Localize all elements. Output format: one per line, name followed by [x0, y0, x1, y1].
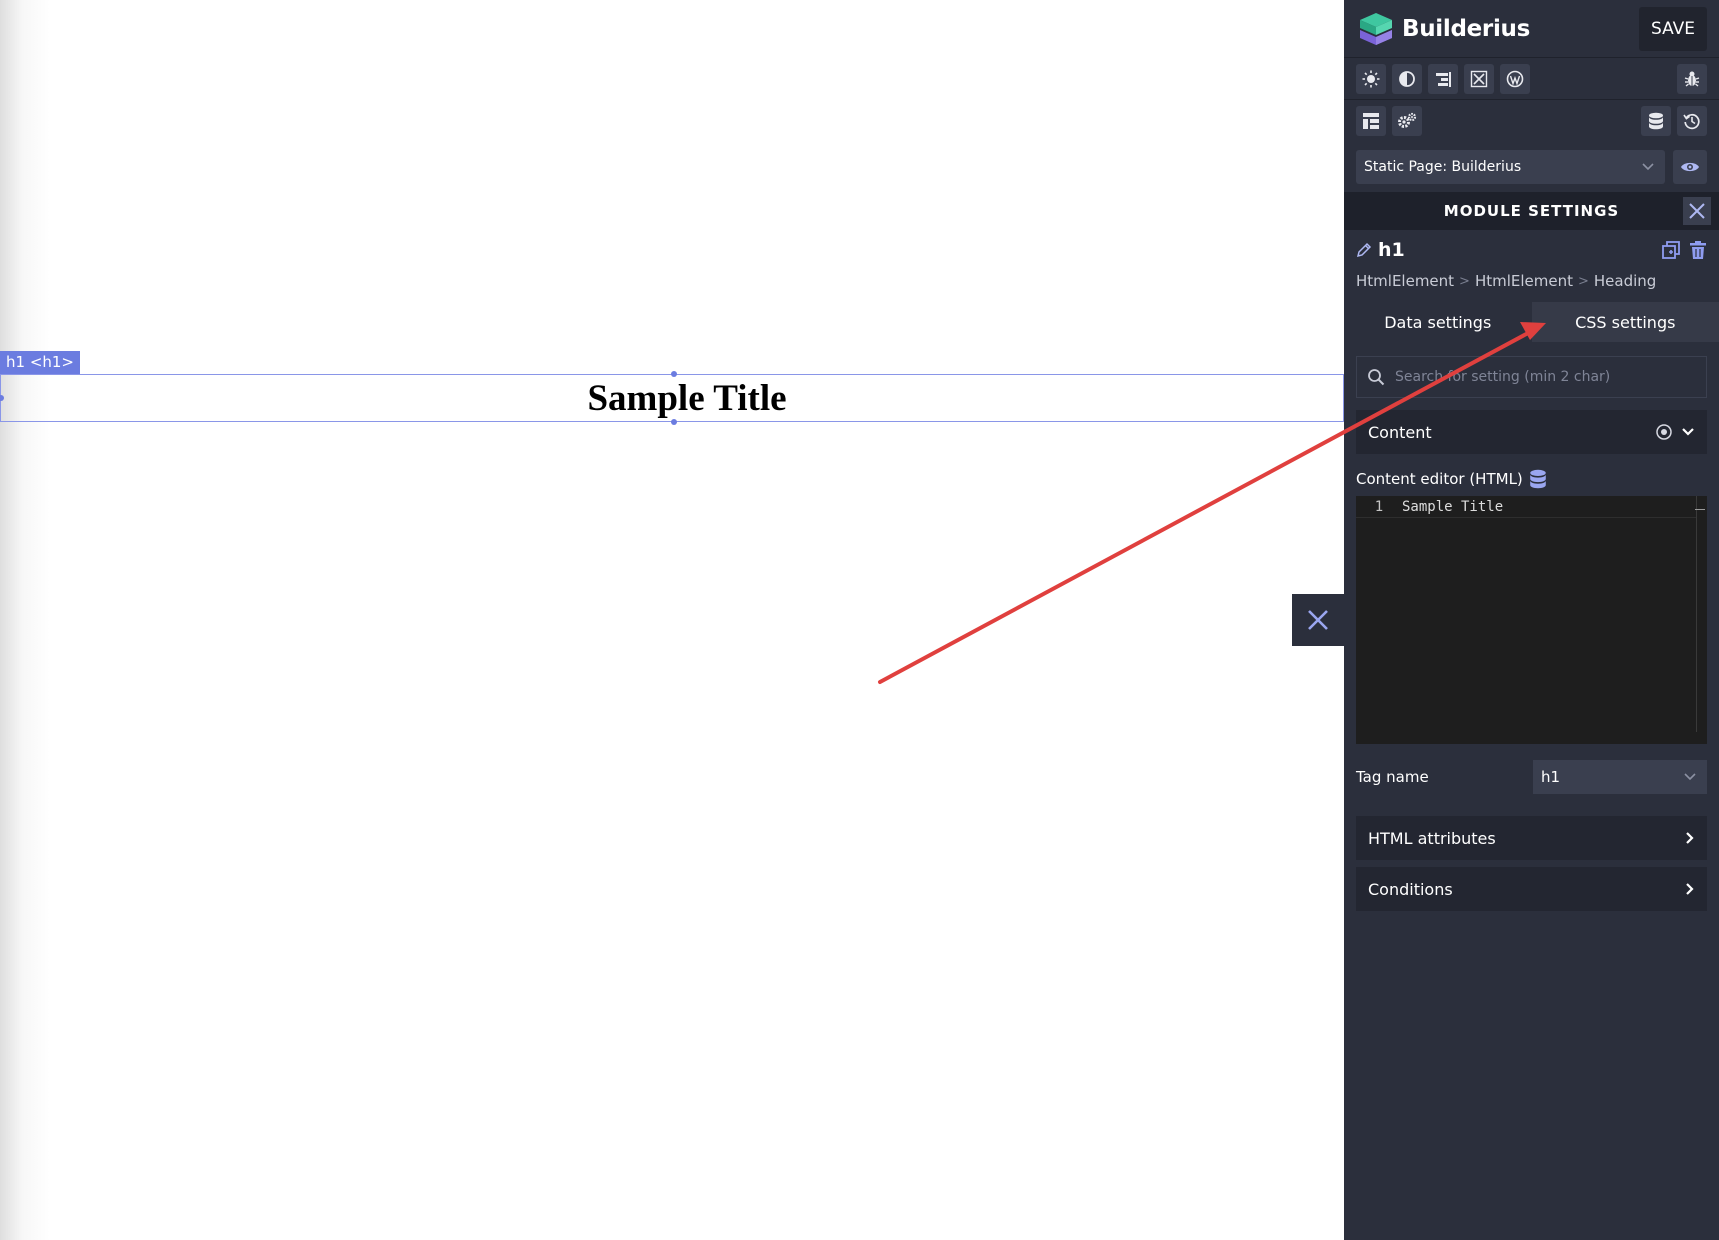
- history-icon: [1683, 113, 1700, 130]
- builder-screen: h1 <h1> Sample Title Builderius SAVE Sta…: [0, 0, 1719, 1240]
- global-settings-button[interactable]: [1392, 106, 1422, 136]
- editor-line[interactable]: 1 Sample Title: [1356, 496, 1697, 518]
- fullscreen-button[interactable]: [1464, 63, 1494, 94]
- resize-handle-bottom[interactable]: [671, 419, 677, 425]
- preview-button[interactable]: [1673, 150, 1707, 184]
- breadcrumb-current: Heading: [1593, 272, 1657, 290]
- module-settings-header: MODULE SETTINGS: [1344, 192, 1719, 230]
- panel-topbar: Builderius SAVE: [1344, 0, 1719, 58]
- brand-name: Builderius: [1402, 15, 1531, 42]
- breadcrumb-separator: >: [1459, 273, 1470, 289]
- content-section-toggle[interactable]: Content: [1356, 410, 1707, 454]
- eye-icon: [1681, 162, 1699, 172]
- breadcrumb: HtmlElement > HtmlElement > Heading: [1344, 270, 1719, 292]
- editor-scrollbar[interactable]: [1696, 496, 1697, 732]
- align-right-icon: [1436, 71, 1451, 87]
- database-icon[interactable]: [1529, 469, 1547, 489]
- toolbar-row-2: [1344, 100, 1719, 142]
- close-canvas-button[interactable]: [1292, 594, 1344, 646]
- module-settings-title: MODULE SETTINGS: [1443, 202, 1620, 220]
- html-attributes-toggle[interactable]: HTML attributes: [1356, 816, 1707, 860]
- selected-element-tag[interactable]: h1 <h1>: [0, 351, 81, 374]
- wordpress-button[interactable]: [1500, 63, 1530, 94]
- close-icon: [1308, 610, 1328, 630]
- chevron-down-icon: [1682, 428, 1694, 436]
- element-name[interactable]: h1: [1378, 239, 1405, 261]
- history-button[interactable]: [1677, 106, 1707, 136]
- search-icon: [1368, 369, 1385, 386]
- selected-heading-outline[interactable]: Sample Title: [0, 371, 1344, 425]
- debug-button[interactable]: [1677, 63, 1707, 94]
- preview-canvas[interactable]: h1 <h1> Sample Title: [0, 0, 1344, 1240]
- close-icon: [1689, 203, 1705, 219]
- html-attributes-label: HTML attributes: [1368, 828, 1496, 848]
- chevron-right-icon: [1686, 883, 1694, 895]
- close-module-settings-button[interactable]: [1683, 197, 1711, 225]
- page-select-value: Static Page: Builderius: [1364, 159, 1522, 175]
- layout-icon: [1363, 113, 1379, 129]
- pencil-icon[interactable]: [1356, 242, 1372, 258]
- bug-icon: [1684, 71, 1700, 87]
- database-icon: [1649, 112, 1663, 130]
- gears-icon: [1398, 112, 1417, 128]
- expand-icon: [1470, 70, 1488, 87]
- conditions-label: Conditions: [1368, 879, 1453, 899]
- page-select[interactable]: Static Page: Builderius: [1356, 150, 1665, 184]
- breadcrumb-item[interactable]: HtmlElement: [1356, 272, 1454, 290]
- resize-handle-top[interactable]: [671, 371, 677, 377]
- canvas-edge-shadow: [0, 0, 50, 1240]
- tag-name-label: Tag name: [1356, 768, 1429, 786]
- content-section-label: Content: [1368, 422, 1432, 442]
- chevron-down-icon: [1684, 773, 1696, 781]
- wordpress-icon: [1506, 70, 1524, 87]
- element-name-row: h1: [1344, 230, 1719, 270]
- breadcrumb-separator: >: [1578, 273, 1589, 289]
- duplicate-icon[interactable]: [1661, 240, 1681, 260]
- sample-heading[interactable]: Sample Title: [587, 377, 786, 420]
- chevron-down-icon: [1642, 163, 1654, 171]
- save-button[interactable]: SAVE: [1638, 6, 1707, 51]
- setting-search-input[interactable]: [1395, 369, 1696, 385]
- content-editor-label: Content editor (HTML): [1356, 468, 1707, 490]
- tag-name-row: Tag name h1: [1356, 760, 1707, 794]
- brand: Builderius: [1356, 9, 1530, 49]
- page-select-row: Static Page: Builderius: [1344, 142, 1719, 192]
- contrast-icon: [1399, 70, 1415, 87]
- align-button[interactable]: [1428, 63, 1458, 94]
- tag-name-value: h1: [1541, 768, 1561, 786]
- toolbar-row-1: [1344, 58, 1719, 100]
- sun-icon: [1362, 70, 1380, 87]
- conditions-toggle[interactable]: Conditions: [1356, 867, 1707, 911]
- settings-tabs: Data settings CSS settings: [1344, 302, 1719, 342]
- line-content[interactable]: Sample Title: [1402, 499, 1503, 515]
- editor-fold-marker[interactable]: [1695, 509, 1705, 510]
- resize-handle-left[interactable]: [0, 395, 4, 401]
- builderius-logo-icon: [1360, 12, 1392, 45]
- radio-dot-icon[interactable]: [1655, 423, 1673, 441]
- setting-search: [1356, 356, 1707, 398]
- content-editor-label-text: Content editor (HTML): [1356, 470, 1523, 488]
- tab-data-settings[interactable]: Data settings: [1344, 302, 1532, 342]
- breadcrumb-item[interactable]: HtmlElement: [1475, 272, 1573, 290]
- line-number: 1: [1374, 498, 1384, 515]
- tab-css-settings[interactable]: CSS settings: [1531, 302, 1719, 342]
- chevron-right-icon: [1686, 832, 1694, 844]
- light-mode-button[interactable]: [1356, 63, 1386, 94]
- settings-panel: Builderius SAVE Static Page: Builderius …: [1344, 0, 1719, 1240]
- contrast-button[interactable]: [1392, 63, 1422, 94]
- tag-name-select[interactable]: h1: [1533, 760, 1707, 794]
- data-vars-button[interactable]: [1641, 106, 1671, 136]
- trash-icon[interactable]: [1689, 240, 1707, 260]
- layout-button[interactable]: [1356, 106, 1386, 136]
- html-code-editor[interactable]: 1 Sample Title: [1356, 496, 1707, 744]
